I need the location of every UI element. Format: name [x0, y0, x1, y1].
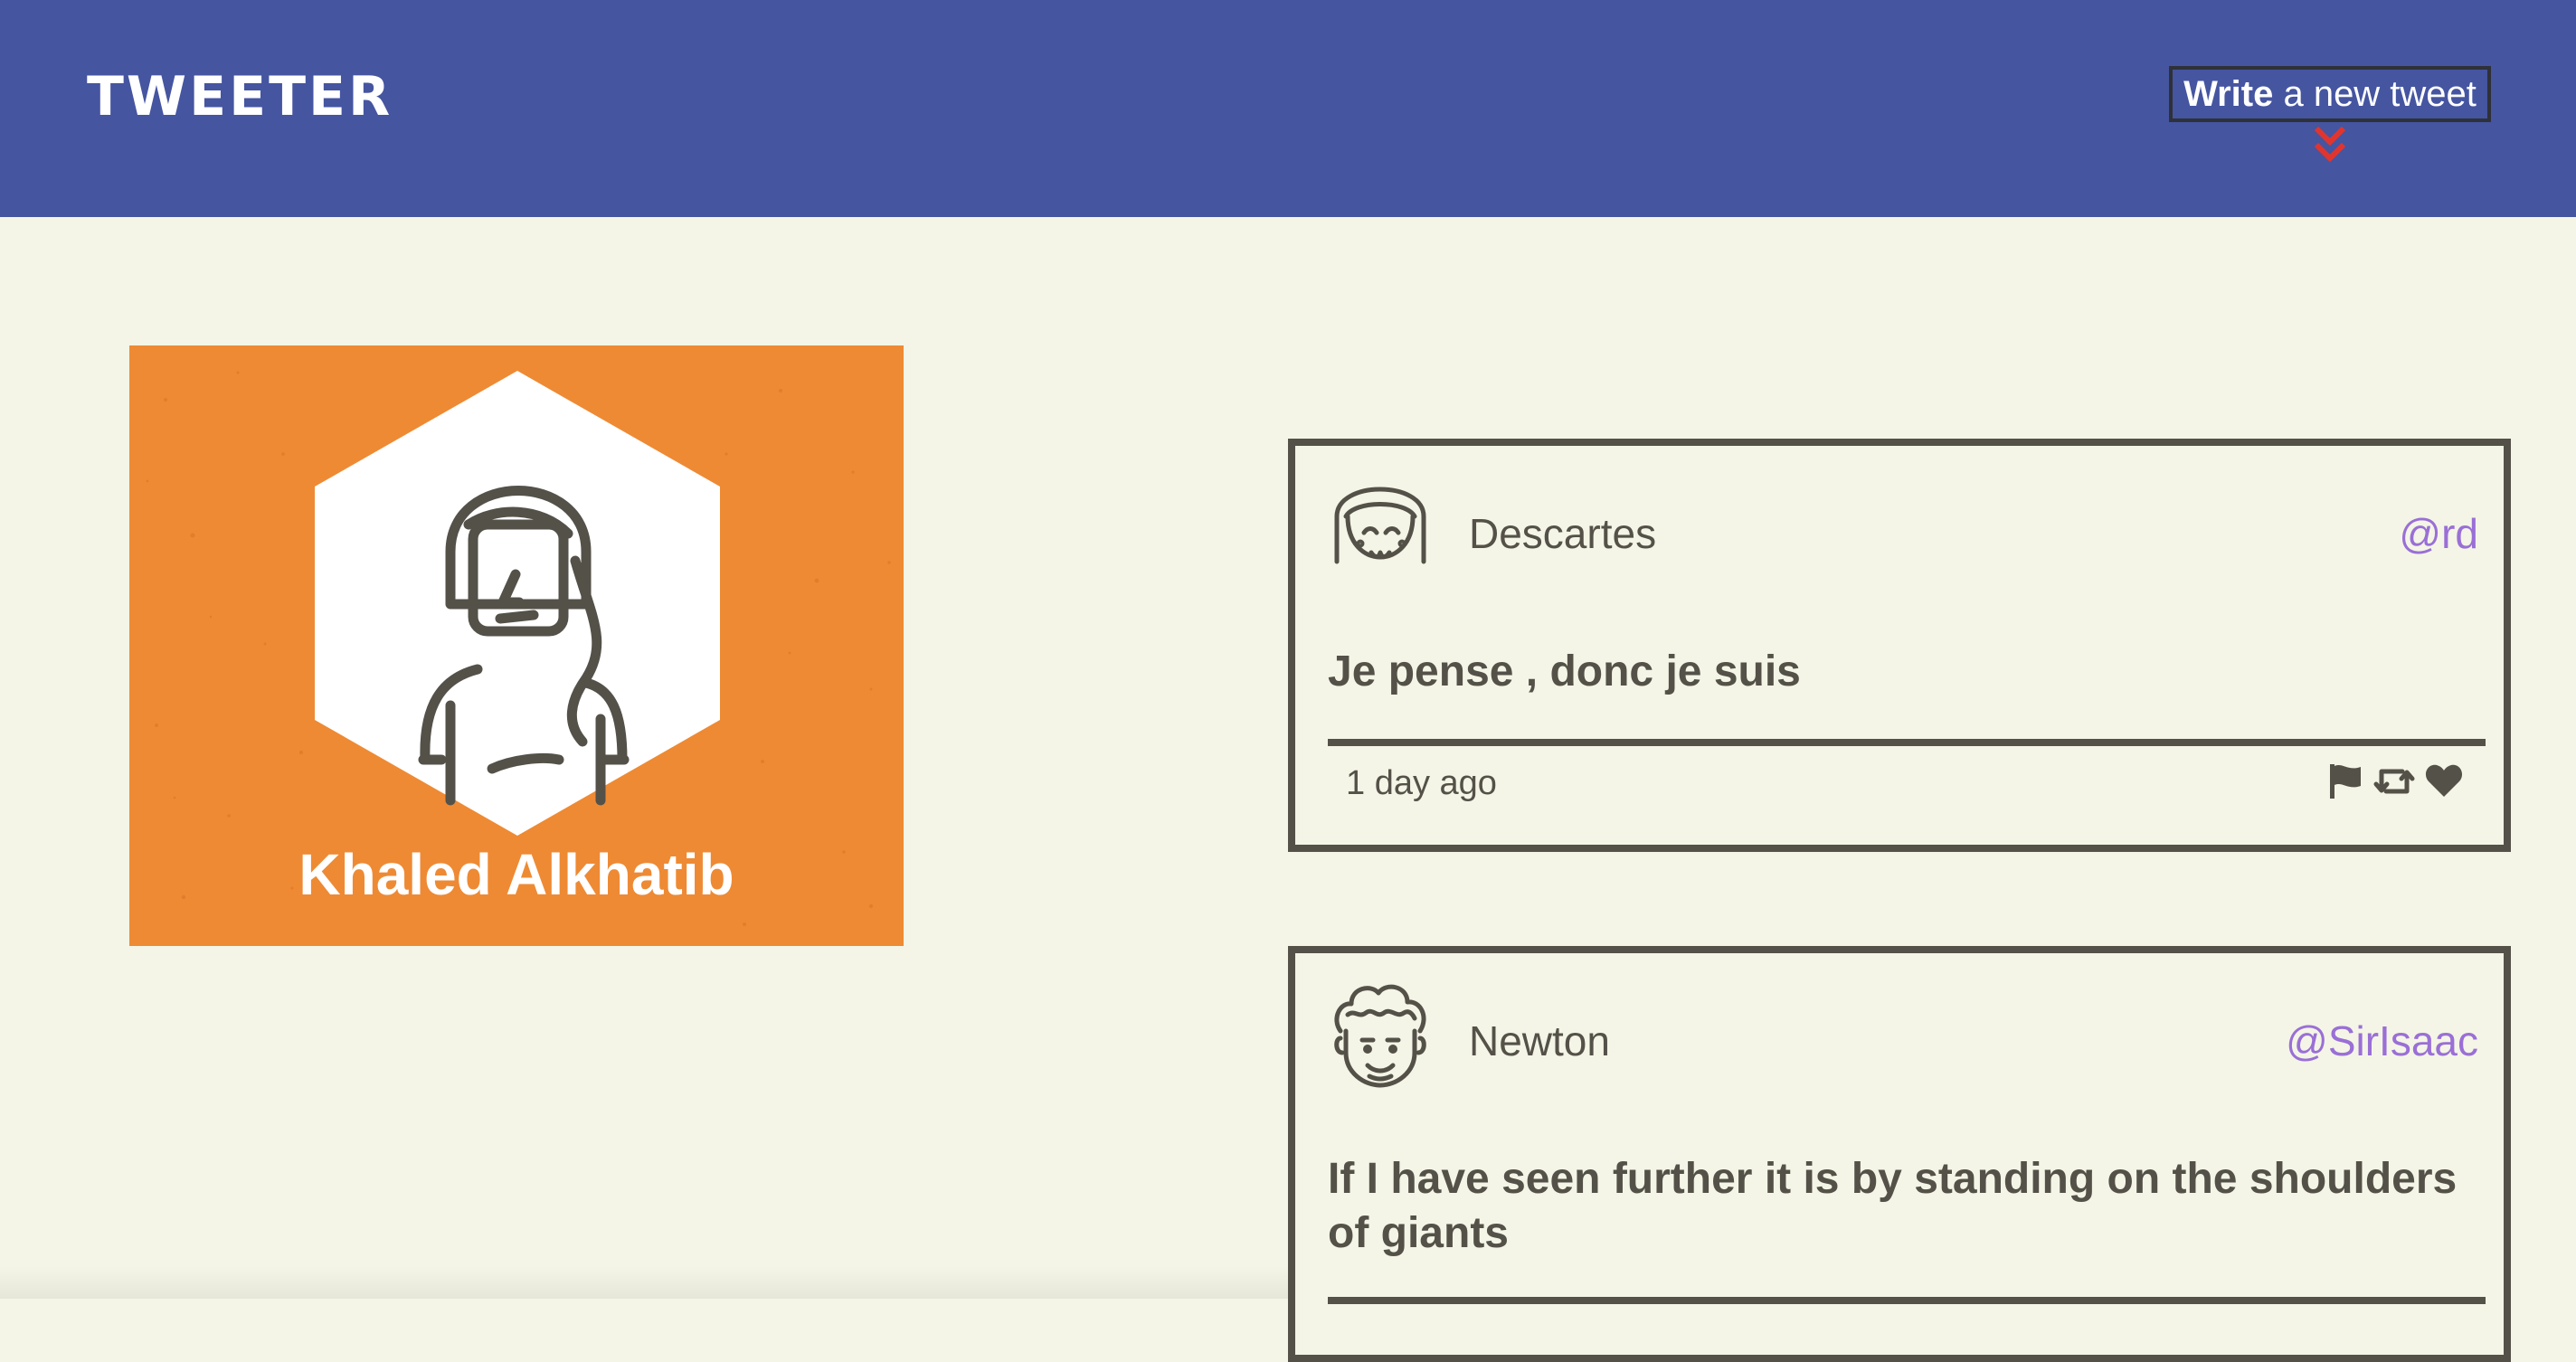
bottom-shadow [0, 1266, 1288, 1299]
write-tweet-label-rest: a new tweet [2273, 74, 2477, 114]
tweet-author-name: Descartes [1469, 510, 1657, 557]
woman-avatar-icon [315, 371, 720, 836]
retweet-icon[interactable] [2373, 762, 2415, 805]
tweet-author-name: Newton [1469, 1017, 1610, 1064]
profile-card: Khaled Alkhatib [129, 345, 904, 946]
tweet-divider [1328, 739, 2486, 746]
tweet-card: Newton @SirIsaac If I have seen further … [1288, 946, 2511, 1362]
tweet-timestamp: 1 day ago [1346, 764, 1497, 802]
double-chevron-down-icon[interactable] [2312, 125, 2348, 165]
bob-hair-avatar-icon [1334, 487, 1426, 564]
tweet-actions [2326, 762, 2464, 805]
tweet-text: If I have seen further it is by standing… [1328, 1155, 2469, 1257]
curly-hair-avatar-icon [1334, 984, 1426, 1088]
top-nav: TWEETER Write a new tweet [0, 0, 2576, 217]
tweet-text: Je pense , donc je suis [1328, 648, 1801, 695]
profile-name: Khaled Alkhatib [298, 842, 734, 907]
tweet-handle[interactable]: @SirIsaac [2286, 1017, 2478, 1065]
write-tweet-button[interactable]: Write a new tweet [2169, 66, 2491, 122]
tweet-card: Descartes @rd Je pense , donc je suis 1 … [1288, 439, 2511, 852]
tweet-divider [1328, 1297, 2486, 1304]
heart-icon[interactable] [2424, 762, 2464, 805]
brand-logo[interactable]: TWEETER [87, 65, 393, 128]
write-tweet-label-bold: Write [2183, 74, 2274, 114]
tweet-handle[interactable]: @rd [2399, 509, 2478, 558]
flag-icon[interactable] [2326, 762, 2364, 805]
